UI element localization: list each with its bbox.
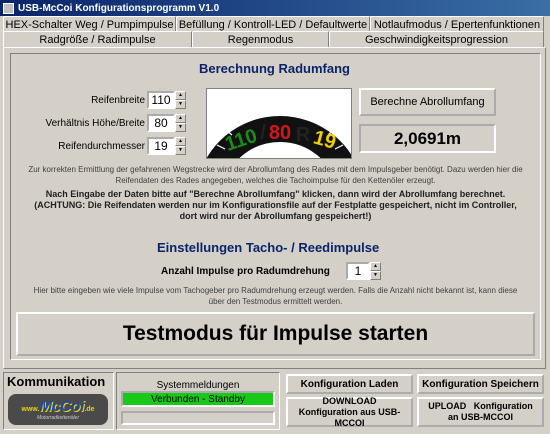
impulse-count-input[interactable] [346,262,370,280]
circumference-warning: Nach Eingabe der Daten bitte auf "Berech… [34,189,517,221]
tab-row-bottom: Radgröße / Radimpulse Regenmodus Geschwi… [3,31,544,48]
test-mode-button[interactable]: Testmodus für Impulse starten [16,312,535,356]
aspect-ratio-spinner[interactable]: ▲▼ [147,114,186,132]
spin-down-icon[interactable]: ▼ [370,271,381,280]
app-icon [3,2,14,14]
window-title-bar: USB-McCoi Konfigurationsprogramm V1.0 [0,0,550,16]
spin-down-icon[interactable]: ▼ [175,100,186,109]
tyre-ratio-text: 80 [269,122,291,144]
download-config-button[interactable]: DOWNLOAD Konfiguration aus USB-MCCOI [286,396,413,428]
communication-area: Kommunikation www. McCoi .de Motorradket… [3,372,546,430]
mccoi-logo: www. McCoi .de Motorradkettenöler [8,394,108,425]
spin-up-icon[interactable]: ▲ [370,262,381,271]
communication-title: Kommunikation [7,374,106,389]
tyre-width-spinner[interactable]: ▲▼ [147,91,186,109]
tyre-width-label: Reifenbreite [91,95,145,106]
tyre-sidewall-image: 110 / 80 R 19 [206,88,352,159]
secondary-status [121,411,275,425]
spin-down-icon[interactable]: ▼ [175,146,186,155]
tyre-sep-text: / [260,122,266,144]
tab-rain-mode[interactable]: Regenmodus [192,31,329,48]
logo-suffix: .de [84,406,95,413]
upload-config-button[interactable]: UPLOAD Konfiguration an USB-MCCOI [417,397,544,427]
aspect-ratio-label: Verhältnis Höhe/Breite [45,118,145,129]
tab-panel: Berechnung Radumfang Reifenbreite ▲▼ Ver… [3,47,546,369]
impulse-count-label: Anzahl Impulse pro Radumdrehung [161,266,330,277]
spin-up-icon[interactable]: ▲ [175,114,186,123]
tyre-diameter-input[interactable] [147,137,175,155]
logo-prefix: www. [21,406,40,413]
impulse-count-spinner[interactable]: ▲▼ [346,262,381,280]
save-config-button[interactable]: Konfiguration Speichern [417,374,544,394]
logo-text: McCoi [39,398,85,415]
circumference-heading: Berechnung Radumfang [199,61,350,76]
tyre-diameter-spinner[interactable]: ▲▼ [147,137,186,155]
window-title: USB-McCoi Konfigurationsprogramm V1.0 [18,2,220,14]
connection-status: Verbunden - Standby [121,391,275,407]
tyre-diameter-label: Reifendurchmesser [58,141,145,152]
tyre-width-input[interactable] [147,91,175,109]
tab-speed-progression[interactable]: Geschwindigkeitsprogression [329,31,544,48]
spin-up-icon[interactable]: ▲ [175,137,186,146]
system-messages-title: Systemmeldungen [156,380,240,391]
tab-wheel-size[interactable]: Radgröße / Radimpulse [3,31,192,48]
calculate-circumference-button[interactable]: Berechne Abrollumfang [359,88,496,116]
impulse-heading: Einstellungen Tacho- / Reedimpulse [157,240,380,255]
logo-tagline: Motorradkettenöler [37,415,79,421]
spin-down-icon[interactable]: ▼ [175,123,186,132]
impulse-hint: Hier bitte eingeben wie viele Impulse vo… [33,286,518,306]
circumference-hint: Zur korrekten Ermittlung der gefahrenen … [28,165,523,185]
spin-up-icon[interactable]: ▲ [175,91,186,100]
tyre-r-text: R [296,124,311,146]
wheel-settings-group: Berechnung Radumfang Reifenbreite ▲▼ Ver… [10,53,541,360]
aspect-ratio-input[interactable] [147,114,175,132]
load-config-button[interactable]: Konfiguration Laden [286,374,413,394]
circumference-result: 2,0691m [359,124,496,153]
